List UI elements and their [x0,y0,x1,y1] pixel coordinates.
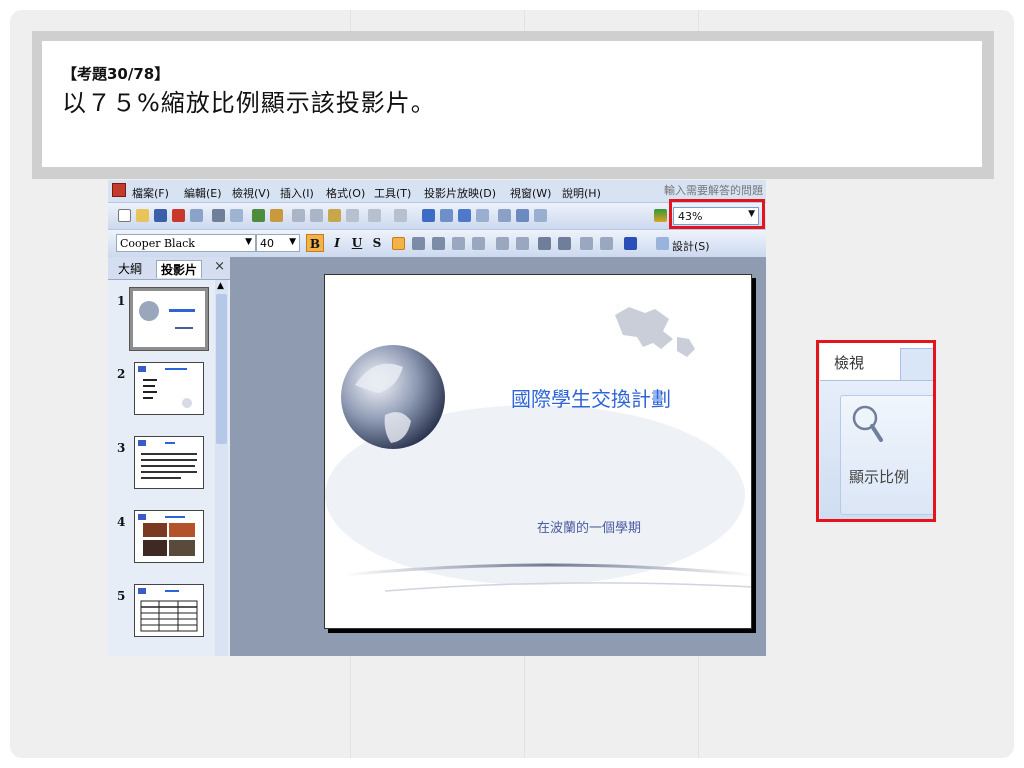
align-left-icon[interactable] [392,237,405,250]
scroll-up-icon[interactable]: ▲ [217,281,224,291]
expand-all-icon[interactable] [498,209,511,222]
research-icon[interactable] [270,209,283,222]
slides-panel: 大綱 投影片 × ▲ 1 2 3 4 5 [108,257,231,656]
paste-icon[interactable] [328,209,341,222]
thumbnail-preview [138,366,192,408]
decrease-indent-icon[interactable] [580,237,593,250]
slide-subtitle[interactable]: 在波蘭的一個學期 [537,517,641,536]
slide-editing-area: 國際學生交換計劃 在波蘭的一個學期 [230,257,766,656]
tab-slides[interactable]: 投影片 [156,260,203,278]
underline-button[interactable]: U [348,234,366,252]
font-name-value: Cooper Black [120,237,195,250]
zoom-highlight-frame [669,199,765,229]
insert-table-icon[interactable] [440,209,453,222]
slide-title[interactable]: 國際學生交換計劃 [511,383,671,412]
question-box-inner: 【考題30/78】 以７５%縮放比例顯示該投影片。 [42,41,982,167]
undo-icon[interactable] [368,209,381,222]
thumbnail-number: 2 [117,367,126,381]
decrease-font-icon[interactable] [558,237,571,250]
text-direction-icon[interactable] [472,237,485,250]
menu-slideshow[interactable]: 投影片放映(D) [424,185,496,201]
numbering-icon[interactable] [496,237,509,250]
question-number: 【考題30/78】 [62,65,170,83]
chevron-down-icon: ▼ [289,237,296,247]
color-grayscale-icon[interactable] [654,209,667,222]
align-right-icon[interactable] [432,237,445,250]
slide-thumbnail-1[interactable] [129,287,209,351]
hyperlink-icon[interactable] [476,209,489,222]
thumbnail-number: 5 [117,589,126,603]
spelling-icon[interactable] [252,209,265,222]
slide-thumbnail-4[interactable] [134,510,204,563]
tab-outline[interactable]: 大綱 [114,260,146,278]
font-size-value: 40 [260,237,274,250]
chevron-down-icon: ▼ [245,237,252,247]
thumbnail-number: 3 [117,441,126,455]
grid-icon[interactable] [534,209,547,222]
thumbnail-preview [138,514,195,556]
print-preview-icon[interactable] [230,209,243,222]
thumbnail-number: 4 [117,515,126,529]
question-text: 以７５%縮放比例顯示該投影片。 [62,89,436,117]
shadow-button[interactable]: S [368,234,386,252]
font-size-dropdown[interactable]: 40 ▼ [256,234,300,252]
menu-edit[interactable]: 編輯(E) [184,185,222,201]
design-icon[interactable] [656,237,669,250]
increase-indent-icon[interactable] [600,237,613,250]
bullets-icon[interactable] [516,237,529,250]
formatting-toolbar: Cooper Black ▼ 40 ▼ B I U S 設計(S) [108,229,766,258]
new-icon[interactable] [118,209,131,222]
menu-format[interactable]: 格式(O) [326,185,365,201]
menu-bar: 檔案(F) 編輯(E) 檢視(V) 插入(I) 格式(O) 工具(T) 投影片放… [108,180,766,202]
powerpoint-window: 檔案(F) 編輯(E) 檢視(V) 插入(I) 格式(O) 工具(T) 投影片放… [108,180,766,656]
permission-icon[interactable] [172,209,185,222]
insert-chart-icon[interactable] [422,209,435,222]
current-slide[interactable]: 國際學生交換計劃 在波蘭的一個學期 [324,274,752,629]
bold-button[interactable]: B [306,234,324,252]
thumbnail-number: 1 [117,294,126,308]
thumbnail-preview [139,301,195,329]
scrollbar-thumb[interactable] [216,294,227,444]
slide-thumbnail-2[interactable] [134,362,204,415]
menu-window[interactable]: 視窗(W) [510,185,551,201]
email-icon[interactable] [190,209,203,222]
thumbnail-preview [138,440,197,479]
menu-help[interactable]: 說明(H) [562,185,601,201]
close-icon[interactable]: × [214,259,225,274]
tables-borders-icon[interactable] [458,209,471,222]
menu-file[interactable]: 檔案(F) [132,185,169,201]
open-icon[interactable] [136,209,149,222]
standard-toolbar: 43% ▼ [108,202,766,230]
panel-tabs: 大綱 投影片 × [108,257,230,280]
show-formatting-icon[interactable] [516,209,529,222]
design-button[interactable]: 設計(S) [672,238,710,254]
question-box: 【考題30/78】 以７５%縮放比例顯示該投影片。 [32,31,994,179]
thumbnail-preview [138,588,198,632]
slide-background-art [325,307,751,592]
ribbon-highlight-frame [816,340,936,522]
panel-scrollbar[interactable]: ▲ [215,280,228,656]
menu-insert[interactable]: 插入(I) [280,185,314,201]
save-icon[interactable] [154,209,167,222]
italic-button[interactable]: I [328,234,346,252]
font-name-dropdown[interactable]: Cooper Black ▼ [116,234,256,252]
align-center-icon[interactable] [412,237,425,250]
font-color-icon[interactable] [624,237,637,250]
help-search-box[interactable]: 輸入需要解答的問題 [664,182,763,198]
menu-view[interactable]: 檢視(V) [232,185,270,201]
menu-tools[interactable]: 工具(T) [374,185,411,201]
increase-font-icon[interactable] [538,237,551,250]
justify-icon[interactable] [452,237,465,250]
slide-thumbnail-5[interactable] [134,584,204,637]
print-icon[interactable] [212,209,225,222]
cut-icon[interactable] [292,209,305,222]
redo-icon[interactable] [394,209,407,222]
format-painter-icon[interactable] [346,209,359,222]
slide-thumbnail-3[interactable] [134,436,204,489]
app-logo-icon [112,183,126,197]
copy-icon[interactable] [310,209,323,222]
